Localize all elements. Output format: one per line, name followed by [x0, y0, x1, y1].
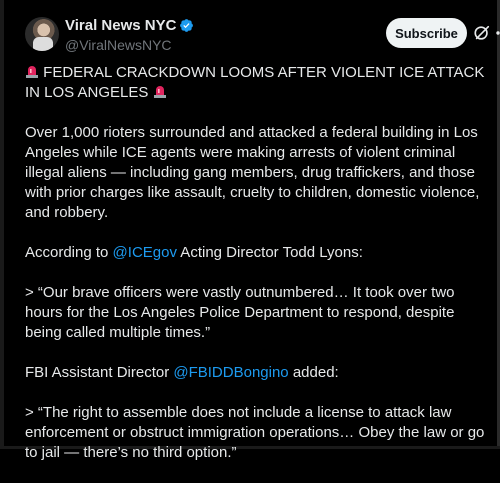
- attribution-suffix: Acting Director Todd Lyons:: [176, 244, 363, 261]
- post-headline: FEDERAL CRACKDOWN LOOMS AFTER VIOLENT IC…: [25, 63, 491, 103]
- grok-icon[interactable]: [473, 24, 491, 42]
- post-quote: > “The right to assemble does not includ…: [25, 404, 485, 461]
- police-light-emoji-icon: [153, 86, 166, 98]
- post-header: Viral News NYC @ViralNewsNYC Subscribe: [25, 15, 500, 55]
- police-light-emoji-icon: [26, 66, 38, 78]
- attribution-prefix: FBI Assistant Director: [25, 364, 174, 381]
- attribution-prefix: According to: [25, 244, 113, 261]
- verified-badge-icon[interactable]: [179, 18, 194, 33]
- subscribe-button[interactable]: Subscribe: [386, 18, 467, 48]
- more-options-icon[interactable]: [495, 26, 500, 40]
- author-handle[interactable]: @ViralNewsNYC: [65, 37, 194, 53]
- attribution-suffix: added:: [288, 364, 339, 381]
- post-quote: > “Our brave officers were vastly outnum…: [25, 284, 455, 341]
- window-frame-left: [0, 0, 4, 449]
- post-body: FEDERAL CRACKDOWN LOOMS AFTER VIOLENT IC…: [25, 63, 491, 483]
- mention-link-icegov[interactable]: @ICEgov: [113, 244, 177, 261]
- avatar[interactable]: [25, 17, 59, 51]
- post-paragraph-attribution: According to @ICEgov Acting Director Tod…: [25, 243, 491, 263]
- post-paragraph: Over 1,000 rioters surrounded and attack…: [25, 124, 480, 221]
- post-paragraph-attribution: FBI Assistant Director @FBIDDBongino add…: [25, 363, 491, 383]
- mention-link-fbiddbongino[interactable]: @FBIDDBongino: [173, 364, 288, 381]
- headline-text: FEDERAL CRACKDOWN LOOMS AFTER VIOLENT IC…: [25, 64, 485, 101]
- author-info[interactable]: Viral News NYC @ViralNewsNYC: [65, 17, 194, 53]
- author-display-name[interactable]: Viral News NYC: [65, 17, 176, 34]
